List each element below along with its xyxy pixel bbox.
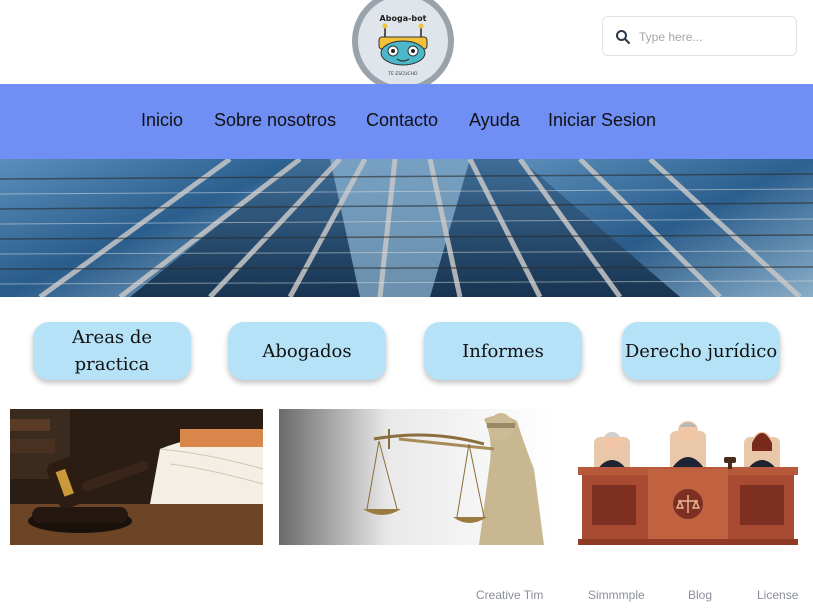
category-label: Derecho jurídico	[624, 340, 778, 362]
nav-item-contacto[interactable]: Contacto	[366, 110, 438, 131]
category-abogados[interactable]: Abogados	[228, 322, 386, 380]
gavel-icon	[10, 409, 263, 545]
lady-justice-image[interactable]	[279, 409, 552, 545]
footer-link-blog[interactable]: Blog	[688, 588, 712, 602]
aboga-bot-logo[interactable]: Aboga-bot TE ESCUCHO	[352, 0, 454, 92]
category-label: Abogados	[262, 340, 352, 362]
footer-link-creative-tim[interactable]: Creative Tim	[476, 588, 543, 602]
gavel-book-image[interactable]	[10, 409, 263, 545]
judges-icon	[578, 409, 798, 545]
main-navbar: Inicio Sobre nosotros Contacto Ayuda Ini…	[0, 84, 813, 159]
nav-item-ayuda[interactable]: Ayuda	[469, 110, 520, 131]
category-informes[interactable]: Informes	[424, 322, 582, 380]
scales-of-justice-icon	[279, 409, 552, 545]
footer-link-simmmple[interactable]: Simmmple	[588, 588, 645, 602]
nav-item-sobre-nosotros[interactable]: Sobre nosotros	[214, 110, 336, 131]
logo-tagline: TE ESCUCHO	[388, 72, 418, 77]
category-derecho-juridico[interactable]: Derecho jurídico	[622, 322, 780, 380]
footer-link-license[interactable]: License	[757, 588, 798, 602]
hero-banner	[0, 159, 813, 297]
judges-panel-image[interactable]	[578, 409, 798, 545]
search-icon[interactable]	[615, 29, 631, 45]
nav-item-iniciar-sesion[interactable]: Iniciar Sesion	[548, 110, 656, 131]
category-label: Informes	[462, 340, 544, 362]
nav-item-inicio[interactable]: Inicio	[141, 110, 183, 131]
logo-badge: Aboga-bot TE ESCUCHO	[358, 0, 448, 86]
robot-icon	[378, 23, 428, 66]
category-label: Areas de practica	[71, 327, 153, 375]
top-header: Aboga-bot TE ESCUCHO	[0, 0, 813, 92]
skyscraper-glass-image	[0, 159, 813, 297]
category-areas-de-practica[interactable]: Areas de practica	[33, 322, 191, 380]
search-input[interactable]	[639, 25, 789, 49]
logo-title: Aboga-bot	[379, 14, 427, 23]
search-box[interactable]	[602, 16, 797, 56]
